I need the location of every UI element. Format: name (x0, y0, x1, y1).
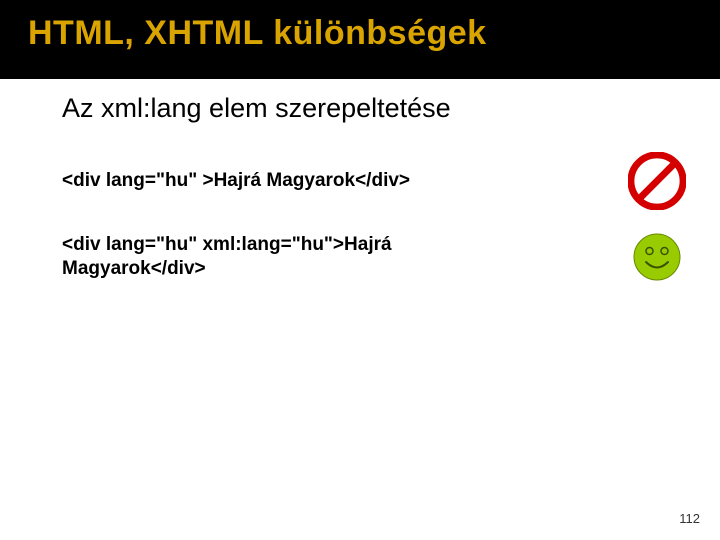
content-area: Az xml:lang elem szerepeltetése <div lan… (0, 79, 720, 282)
code-example-2: <div lang="hu" xml:lang="hu">Hajrá Magya… (62, 233, 522, 281)
smiley-icon (632, 232, 682, 282)
slide-title: HTML, XHTML különbségek (28, 14, 720, 53)
example-row: <div lang="hu" >Hajrá Magyarok</div> (62, 152, 690, 210)
status-icon-valid (624, 232, 690, 282)
page-number: 112 (679, 511, 700, 526)
title-bar: HTML, XHTML különbségek (0, 0, 720, 79)
status-icon-invalid (624, 152, 690, 210)
no-entry-icon (628, 152, 686, 210)
example-row: <div lang="hu" xml:lang="hu">Hajrá Magya… (62, 232, 690, 282)
code-example-1: <div lang="hu" >Hajrá Magyarok</div> (62, 169, 410, 193)
slide-subtitle: Az xml:lang elem szerepeltetése (62, 93, 690, 124)
